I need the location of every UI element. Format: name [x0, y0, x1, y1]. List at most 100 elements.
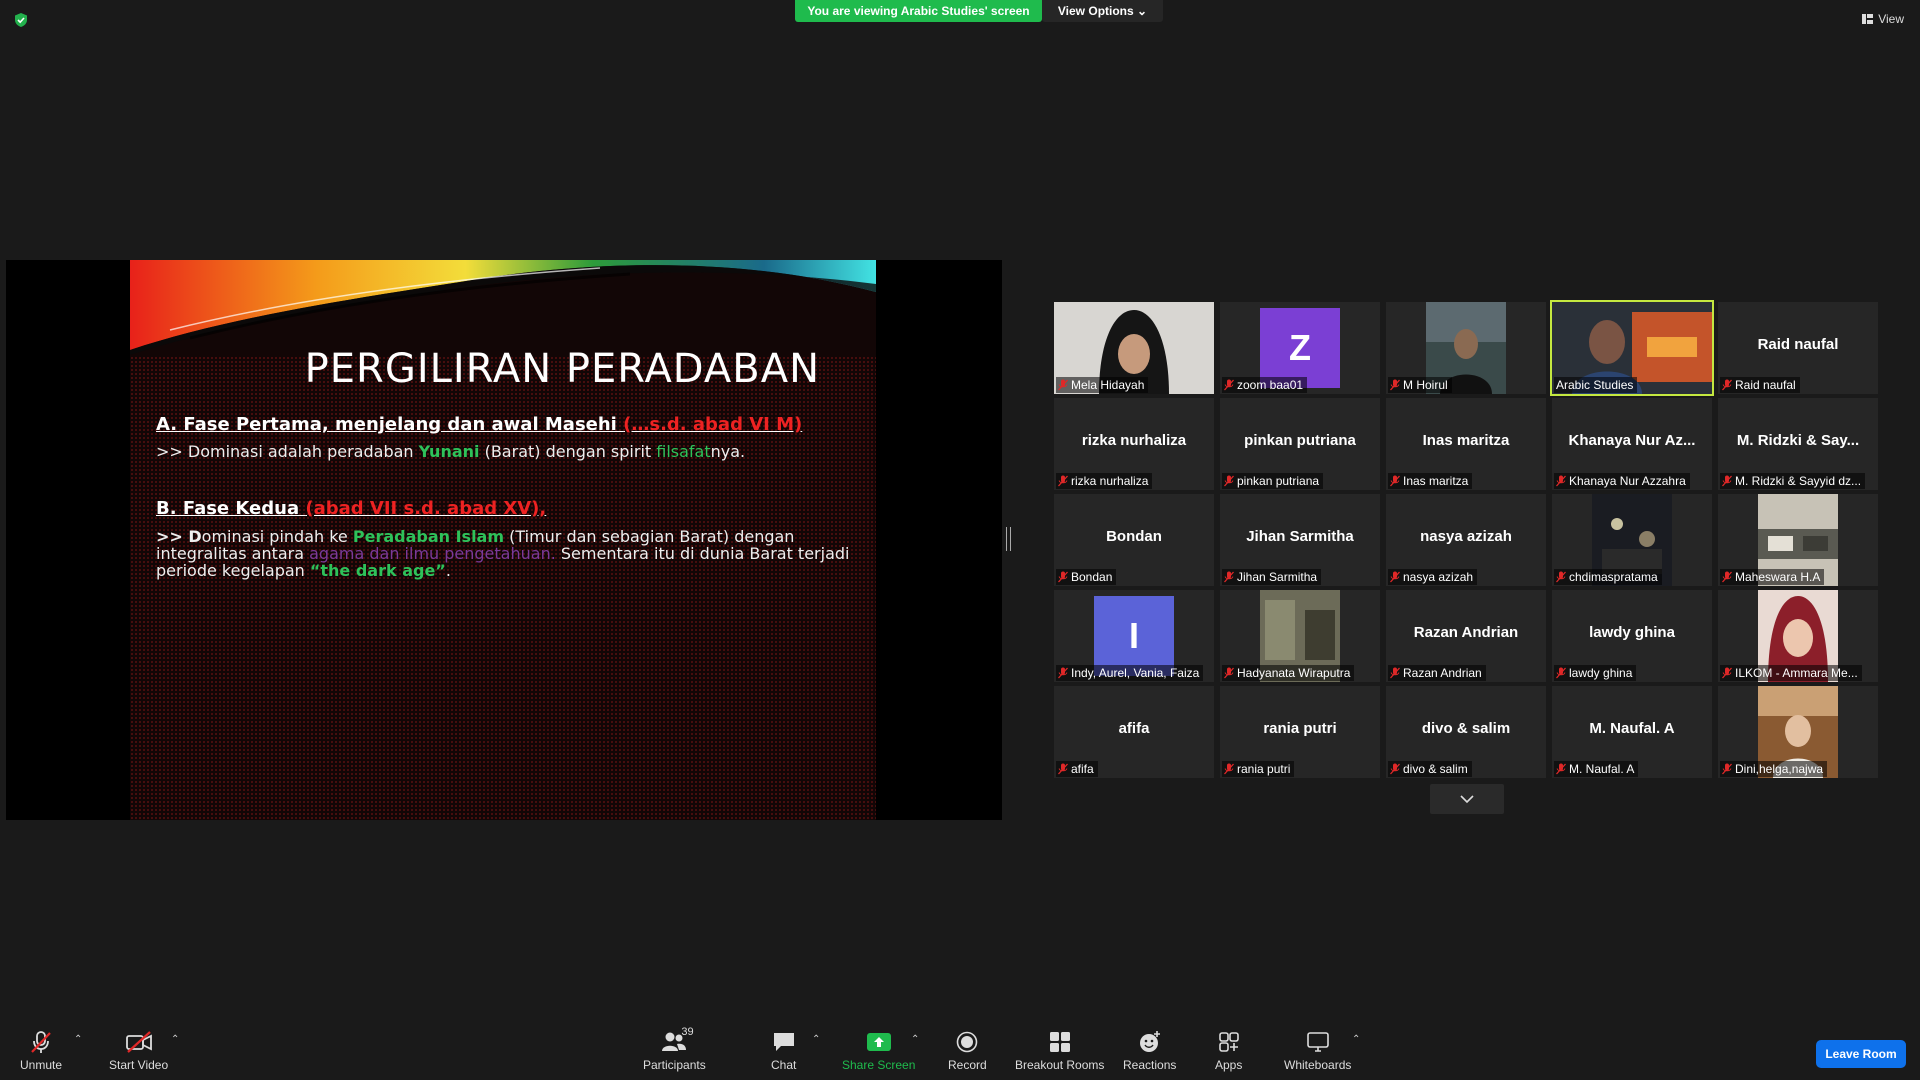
split-view-handle[interactable] — [1006, 527, 1011, 551]
leave-room-button[interactable]: Leave Room — [1816, 1040, 1906, 1068]
record-label: Record — [948, 1058, 987, 1072]
participant-tile[interactable]: divo & salim divo & salim — [1386, 686, 1546, 778]
muted-mic-icon — [1556, 763, 1566, 775]
gallery-next-page-button[interactable] — [1430, 784, 1504, 814]
participant-tile[interactable]: I Indy, Aurel, Vania, Faiza — [1054, 590, 1214, 682]
participant-display-name: Inas maritza — [1422, 432, 1510, 449]
participant-tile[interactable]: Razan Andrian Razan Andrian — [1386, 590, 1546, 682]
participant-avatar: Z — [1260, 308, 1340, 388]
participant-display-name: afifa — [1118, 720, 1150, 737]
microphone-muted-icon — [31, 1031, 51, 1053]
meeting-toolbar: Unmute ⌃ Start Video ⌃ 39 Participants C… — [0, 1020, 1920, 1080]
participant-name: Inas maritza — [1403, 474, 1469, 488]
participant-name-label: chdimaspratama — [1554, 569, 1662, 585]
participants-button[interactable]: 39 Participants — [643, 1026, 706, 1072]
muted-mic-icon — [1722, 571, 1732, 583]
apps-icon — [1218, 1032, 1239, 1052]
participant-tile[interactable]: Mela Hidayah — [1054, 302, 1214, 394]
muted-mic-icon — [1058, 475, 1068, 487]
participant-name-label: lawdy ghina — [1554, 665, 1637, 681]
muted-mic-icon — [1058, 667, 1068, 679]
view-button[interactable]: View — [1862, 12, 1904, 26]
security-shield-icon[interactable] — [13, 12, 29, 28]
share-screen-button[interactable]: Share Screen — [842, 1030, 915, 1072]
participant-tile[interactable]: Raid naufal Raid naufal — [1718, 302, 1878, 394]
muted-mic-icon — [1722, 475, 1732, 487]
apps-label: Apps — [1215, 1058, 1243, 1072]
participant-gallery: Mela Hidayah Zzoom baa01 M Hoirul Arabic St… — [1054, 300, 1880, 778]
section-b-heading-period: (abad VII s.d. abad XV), — [305, 498, 547, 519]
shared-screen[interactable]: PERGILIRAN PERADABAN A. Fase Pertama, me… — [6, 260, 1002, 820]
whiteboards-button[interactable]: Whiteboards — [1284, 1030, 1351, 1072]
participant-name: afifa — [1071, 762, 1094, 776]
section-a-body-part2: (Barat) dengan spirit — [479, 442, 657, 461]
record-icon — [957, 1031, 978, 1053]
participant-name-label: afifa — [1056, 761, 1098, 777]
section-b-body-part5: . — [445, 561, 451, 580]
participant-name: Hadyanata Wiraputra — [1237, 666, 1351, 680]
participant-display-name: Bondan — [1106, 528, 1162, 545]
participant-name-label: Dini,helga,najwa — [1720, 761, 1828, 777]
participant-tile[interactable]: Khanaya Nur Az... Khanaya Nur Azzahra — [1552, 398, 1712, 490]
participant-name: rizka nurhaliza — [1071, 474, 1149, 488]
record-button[interactable]: Record — [948, 1030, 987, 1072]
participant-tile[interactable]: Jihan Sarmitha Jihan Sarmitha — [1220, 494, 1380, 586]
chevron-down-icon — [1460, 795, 1474, 804]
video-options-caret-icon[interactable]: ⌃ — [171, 1034, 179, 1045]
participant-name-label: M. Naufal. A — [1554, 761, 1639, 777]
share-options-caret-icon[interactable]: ⌃ — [911, 1034, 919, 1045]
participant-tile[interactable]: pinkan putriana pinkan putriana — [1220, 398, 1380, 490]
muted-mic-icon — [1722, 763, 1732, 775]
section-b-heading: B. Fase Kedua (abad VII s.d. abad XV), — [156, 498, 546, 519]
breakout-rooms-button[interactable]: Breakout Rooms — [1015, 1030, 1104, 1072]
participant-tile[interactable]: Dini,helga,najwa — [1718, 686, 1878, 778]
participant-tile[interactable]: Arabic Studies — [1550, 300, 1714, 396]
participant-name-label: nasya azizah — [1388, 569, 1478, 585]
participant-tile[interactable]: M. Ridzki & Say... M. Ridzki & Sayyid dz.… — [1718, 398, 1878, 490]
view-options-dropdown[interactable]: View Options ⌄ — [1042, 0, 1163, 22]
participant-name-label: M Hoirul — [1388, 377, 1452, 393]
participant-tile[interactable]: Zzoom baa01 — [1220, 302, 1380, 394]
muted-mic-icon — [1058, 763, 1068, 775]
participant-tile[interactable]: rizka nurhaliza rizka nurhaliza — [1054, 398, 1214, 490]
participant-tile[interactable]: afifa afifa — [1054, 686, 1214, 778]
chat-button[interactable]: Chat — [771, 1030, 796, 1072]
participant-name: nasya azizah — [1403, 570, 1474, 584]
participant-name: Arabic Studies — [1556, 378, 1634, 392]
participant-tile[interactable]: lawdy ghina lawdy ghina — [1552, 590, 1712, 682]
participant-tile[interactable]: nasya azizah nasya azizah — [1386, 494, 1546, 586]
muted-mic-icon — [1390, 763, 1400, 775]
participant-name-label: Jihan Sarmitha — [1222, 569, 1322, 585]
audio-options-caret-icon[interactable]: ⌃ — [74, 1034, 82, 1045]
chat-options-caret-icon[interactable]: ⌃ — [812, 1034, 820, 1045]
participant-name-label: Indy, Aurel, Vania, Faiza — [1056, 665, 1204, 681]
whiteboard-options-caret-icon[interactable]: ⌃ — [1352, 1034, 1360, 1045]
participant-tile[interactable]: M Hoirul — [1386, 302, 1546, 394]
chat-label: Chat — [771, 1058, 797, 1072]
unmute-button[interactable]: Unmute — [20, 1030, 62, 1072]
participant-name: Jihan Sarmitha — [1237, 570, 1318, 584]
start-video-button[interactable]: Start Video — [109, 1030, 168, 1072]
breakout-rooms-label: Breakout Rooms — [1015, 1058, 1105, 1072]
participant-name-label: Hadyanata Wiraputra — [1222, 665, 1355, 681]
participant-tile[interactable]: chdimaspratama — [1552, 494, 1712, 586]
participant-tile[interactable]: rania putri rania putri — [1220, 686, 1380, 778]
participant-name-label: Bondan — [1056, 569, 1117, 585]
muted-mic-icon — [1224, 571, 1234, 583]
participant-tile[interactable]: Maheswara H.A — [1718, 494, 1878, 586]
unmute-label: Unmute — [20, 1058, 63, 1072]
muted-mic-icon — [1224, 475, 1234, 487]
reactions-button[interactable]: Reactions — [1123, 1030, 1176, 1072]
participant-tile[interactable]: Inas maritza Inas maritza — [1386, 398, 1546, 490]
apps-button[interactable]: Apps — [1215, 1030, 1242, 1072]
participant-tile[interactable]: M. Naufal. A M. Naufal. A — [1552, 686, 1712, 778]
muted-mic-icon — [1390, 571, 1400, 583]
participant-display-name: M. Naufal. A — [1589, 720, 1675, 737]
section-a-body-filsafat: filsafat — [656, 442, 711, 461]
participant-name: Razan Andrian — [1403, 666, 1482, 680]
participant-tile[interactable]: Hadyanata Wiraputra — [1220, 590, 1380, 682]
participant-tile[interactable]: Bondan Bondan — [1054, 494, 1214, 586]
participant-name: rania putri — [1237, 762, 1291, 776]
participant-tile[interactable]: ILKOM - Ammara Me... — [1718, 590, 1878, 682]
section-a-body: >> Dominasi adalah peradaban Yunani (Bar… — [156, 442, 745, 461]
